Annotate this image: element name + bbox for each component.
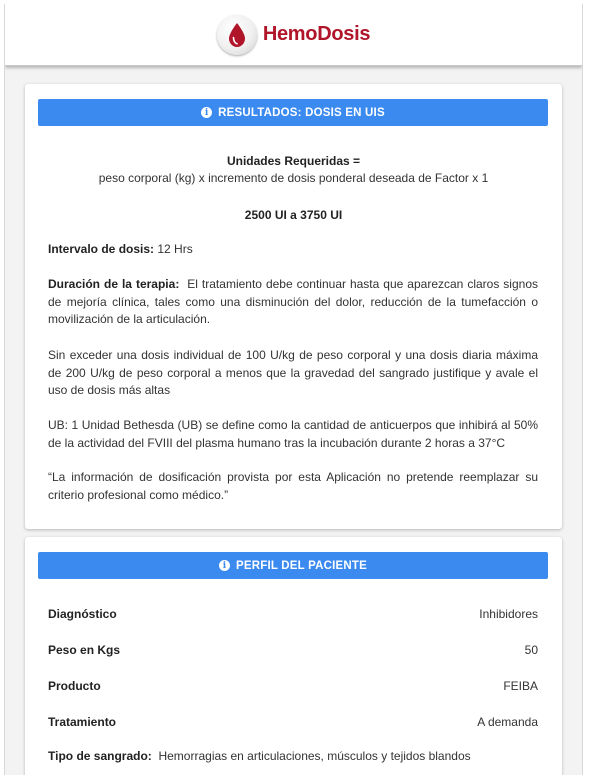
formula-text: peso corporal (kg) x incremento de dosis… — [98, 171, 489, 185]
profile-row-product: Producto FEIBA — [48, 677, 538, 695]
patient-profile-card: i PERFIL DEL PACIENTE Diagnóstico Inhibi… — [25, 537, 562, 775]
row-label: Diagnóstico — [48, 607, 117, 621]
profile-row-treatment: Tratamiento A demanda — [48, 713, 538, 731]
therapy-duration: Duración de la terapia: El tratamiento d… — [48, 276, 538, 329]
results-header: i RESULTADOS: DOSIS EN UIS — [38, 99, 548, 126]
brand-name: HemoDosis — [262, 23, 371, 45]
blood-drop-icon — [216, 14, 257, 55]
brand-logo: HemoDosis — [216, 14, 371, 55]
row-label: Peso en Kgs — [48, 643, 121, 657]
row-label: Tratamiento — [48, 715, 117, 729]
interval-label: Intervalo de dosis: — [48, 242, 155, 256]
dose-range: 2500 UI a 3750 UI — [244, 208, 343, 222]
interval-value: 12 Hrs — [157, 242, 193, 256]
bleed-value: Hemorragias en articulaciones, músculos … — [158, 749, 471, 763]
formula-title: Unidades Requeridas = — [226, 154, 361, 168]
therapy-label: Duración de la terapia: — [48, 277, 180, 291]
bleed-label: Tipo de sangrado: — [48, 749, 152, 763]
disclaimer: “La información de dosificación provista… — [48, 470, 538, 502]
results-card: i RESULTADOS: DOSIS EN UIS Unidades Requ… — [25, 84, 562, 529]
app-frame: HemoDosis i RESULTADOS: DOSIS EN UIS Uni… — [4, 4, 583, 775]
ub-definition: UB: 1 Unidad Bethesda (UB) se define com… — [48, 418, 538, 450]
profile-header: i PERFIL DEL PACIENTE — [38, 552, 548, 579]
info-icon: i — [201, 107, 213, 118]
row-value: Inhibidores — [479, 607, 538, 621]
row-value: A demanda — [477, 715, 538, 729]
profile-row-diagnosis: Diagnóstico Inhibidores — [48, 605, 538, 623]
dose-interval: Intervalo de dosis: 12 Hrs — [48, 241, 538, 259]
results-header-label: RESULTADOS: DOSIS EN UIS — [218, 106, 385, 119]
profile-row-weight: Peso en Kgs 50 — [48, 641, 538, 659]
app-bar: HemoDosis — [5, 4, 582, 66]
profile-row-bleed-type: Tipo de sangrado: Hemorragias en articul… — [48, 748, 538, 766]
profile-header-label: PERFIL DEL PACIENTE — [236, 559, 367, 572]
info-icon: i — [219, 560, 231, 571]
max-dose-text: Sin exceder una dosis individual de 100 … — [48, 348, 538, 397]
row-value: FEIBA — [503, 679, 538, 693]
row-label: Producto — [48, 679, 101, 693]
row-value: 50 — [524, 643, 538, 657]
